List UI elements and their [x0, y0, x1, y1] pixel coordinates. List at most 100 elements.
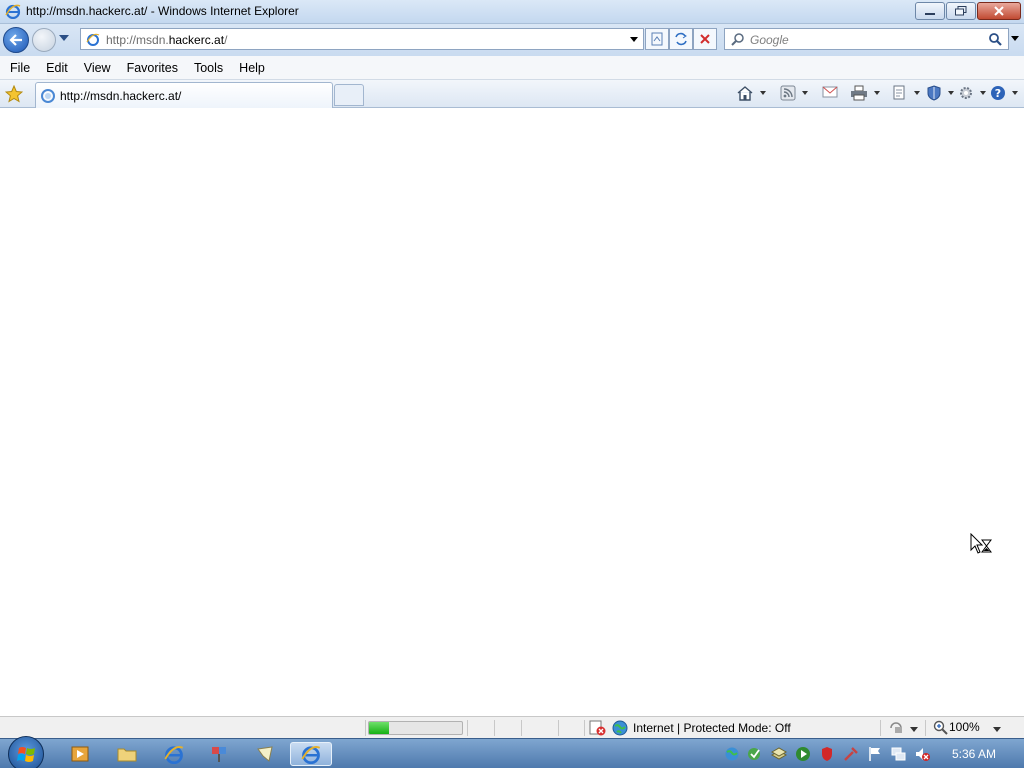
- zoom-level[interactable]: 100%: [949, 720, 980, 734]
- navigation-bar: http://msdn.hackerc.at/ Google: [0, 24, 1024, 56]
- restore-button[interactable]: [946, 2, 976, 20]
- internet-zone-globe-icon[interactable]: [612, 720, 628, 736]
- svg-text:?: ?: [995, 87, 1001, 100]
- page-dropdown-icon[interactable]: [914, 91, 920, 95]
- menu-help[interactable]: Help: [231, 57, 273, 79]
- title-bar[interactable]: http://msdn.hackerc.at/ - Windows Intern…: [0, 0, 1024, 24]
- taskbar-ie-button[interactable]: [156, 742, 192, 766]
- network-tray-icon[interactable]: [890, 746, 906, 762]
- minimize-button[interactable]: [915, 2, 945, 20]
- play-tray-icon[interactable]: [795, 746, 811, 762]
- page-icon: [893, 85, 905, 100]
- security-check-tray-icon[interactable]: [747, 746, 763, 762]
- safety-icon: [927, 85, 941, 101]
- search-box[interactable]: Google: [724, 28, 1009, 50]
- internet-explorer-active-icon: [301, 746, 321, 764]
- address-bar[interactable]: http://msdn.hackerc.at/: [80, 28, 644, 50]
- wizard-icon: [257, 746, 273, 762]
- menu-tools[interactable]: Tools: [186, 57, 231, 79]
- menu-favorites[interactable]: Favorites: [119, 57, 186, 79]
- page-menu-button[interactable]: [892, 85, 920, 101]
- menu-file[interactable]: File: [2, 57, 38, 79]
- compatibility-view-button[interactable]: [645, 28, 669, 50]
- change-status-icon[interactable]: [888, 721, 904, 735]
- restore-icon: [955, 6, 967, 16]
- page-load-progress: [368, 721, 463, 735]
- stop-button[interactable]: [693, 28, 717, 50]
- recent-pages-dropdown-icon[interactable]: [59, 34, 69, 42]
- tab-active[interactable]: http://msdn.hackerc.at/: [35, 82, 333, 108]
- start-button[interactable]: [8, 736, 44, 768]
- internet-explorer-icon: [5, 4, 21, 19]
- network-globe-tray-icon[interactable]: [724, 746, 740, 762]
- internet-explorer-icon: [164, 746, 184, 764]
- help-menu-button[interactable]: ?: [990, 85, 1018, 101]
- search-magnifier-icon: [731, 33, 744, 46]
- search-options-dropdown-icon[interactable]: [1011, 36, 1019, 41]
- feeds-dropdown-icon[interactable]: [802, 91, 808, 95]
- loading-icon: [41, 89, 55, 103]
- feeds-icon: [780, 85, 796, 101]
- tab-bar: http://msdn.hackerc.at/ ?: [0, 80, 1024, 108]
- blocked-content-icon[interactable]: [589, 720, 607, 736]
- tools-icon: [960, 87, 972, 99]
- search-placeholder[interactable]: Google: [750, 33, 789, 47]
- refresh-button[interactable]: [669, 28, 693, 50]
- forward-button[interactable]: [32, 28, 56, 52]
- home-button[interactable]: [736, 85, 766, 101]
- close-icon: [994, 6, 1004, 16]
- taskbar-media-player-button[interactable]: [62, 742, 98, 766]
- menu-view[interactable]: View: [76, 57, 119, 79]
- zoom-dropdown-icon[interactable]: [993, 727, 1001, 732]
- print-button[interactable]: [850, 85, 880, 101]
- action-center-flag-icon[interactable]: [867, 746, 883, 762]
- minimize-icon: [925, 13, 935, 15]
- status-dropdown-icon[interactable]: [910, 727, 918, 732]
- safety-dropdown-icon[interactable]: [948, 91, 954, 95]
- security-zone-text[interactable]: Internet | Protected Mode: Off: [633, 721, 791, 735]
- read-mail-button[interactable]: [822, 85, 838, 99]
- print-dropdown-icon[interactable]: [874, 91, 880, 95]
- layers-tray-icon[interactable]: [771, 746, 787, 762]
- feeds-button[interactable]: [780, 85, 808, 101]
- back-button[interactable]: [3, 27, 29, 53]
- back-arrow-icon: [9, 34, 22, 46]
- shield-tray-icon[interactable]: [819, 746, 835, 762]
- search-go-icon[interactable]: [988, 32, 1002, 46]
- print-icon: [851, 85, 867, 101]
- menu-bar: File Edit View Favorites Tools Help: [0, 56, 1024, 80]
- new-tab-button[interactable]: [334, 84, 364, 106]
- read-mail-icon: [822, 86, 838, 98]
- compatibility-view-icon: [651, 32, 663, 46]
- volume-muted-tray-icon[interactable]: [914, 746, 930, 762]
- home-dropdown-icon[interactable]: [760, 91, 766, 95]
- address-url[interactable]: http://msdn.hackerc.at/: [106, 33, 227, 47]
- menu-edit[interactable]: Edit: [38, 57, 76, 79]
- explorer-folder-icon: [117, 748, 137, 762]
- close-button[interactable]: [977, 2, 1021, 20]
- safety-menu-button[interactable]: [926, 85, 954, 101]
- system-clock[interactable]: 5:36 AM: [952, 747, 996, 761]
- page-icon: [86, 33, 100, 46]
- refresh-icon: [675, 32, 687, 46]
- home-icon: [737, 86, 753, 101]
- address-dropdown-icon[interactable]: [630, 37, 638, 42]
- page-content[interactable]: [0, 108, 1024, 716]
- tools-dropdown-icon[interactable]: [980, 91, 986, 95]
- taskbar-explorer-button[interactable]: [109, 742, 145, 766]
- progress-fill: [369, 722, 390, 734]
- window-title: http://msdn.hackerc.at/ - Windows Intern…: [26, 4, 299, 18]
- busy-cursor-icon: [970, 533, 992, 554]
- taskbar: 5:36 AM: [0, 736, 1024, 768]
- taskbar-wizard-button[interactable]: [247, 742, 283, 766]
- taskbar-ie-active-button[interactable]: [290, 742, 332, 766]
- tools-menu-button[interactable]: [958, 85, 986, 101]
- zoom-icon[interactable]: [933, 720, 948, 735]
- stop-icon: [700, 34, 710, 44]
- favorites-star-icon[interactable]: [5, 85, 23, 103]
- help-dropdown-icon[interactable]: [1012, 91, 1018, 95]
- taskbar-paint-button[interactable]: [201, 742, 237, 766]
- tools-tray-icon[interactable]: [843, 746, 859, 762]
- windows-logo-icon: [17, 747, 35, 762]
- help-icon: ?: [991, 86, 1005, 100]
